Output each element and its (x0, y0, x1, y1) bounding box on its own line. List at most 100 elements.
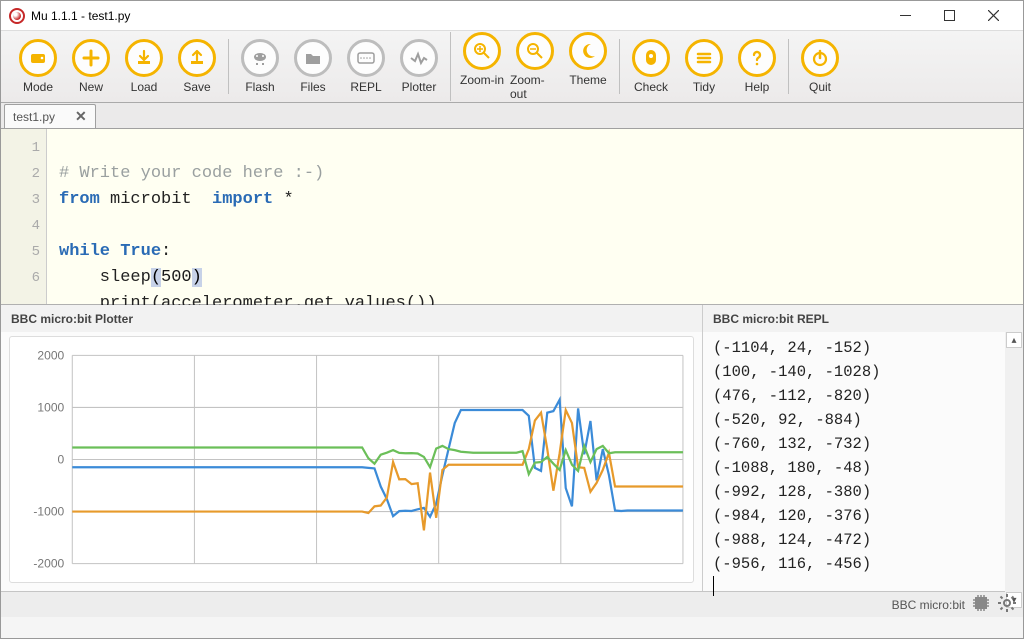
code-const: True (110, 242, 161, 261)
repl-icon (347, 39, 385, 77)
maximize-button[interactable] (927, 2, 971, 30)
svg-text:-2000: -2000 (33, 557, 64, 571)
repl-panel: BBC micro:bit REPL (-1104, 24, -152)(100… (703, 305, 1023, 591)
check-icon (632, 39, 670, 77)
line-number: 4 (1, 213, 40, 239)
scroll-up-icon[interactable]: ▴ (1006, 332, 1022, 348)
toolbar-label: Flash (245, 80, 274, 94)
mode-icon (19, 39, 57, 77)
repl-line: (100, -140, -1028) (713, 360, 995, 384)
code-line: # Write your code here :-) (59, 164, 324, 183)
load-button[interactable]: Load (119, 39, 169, 94)
theme-icon (569, 32, 607, 70)
code-num: 500 (161, 268, 192, 287)
toolbar-label: Load (131, 80, 158, 94)
code-paren: ) (192, 268, 202, 287)
line-number: 6 (1, 265, 40, 291)
toolbar-label: Mode (23, 80, 53, 94)
tab-test1[interactable]: test1.py ✕ (4, 104, 96, 128)
close-button[interactable] (971, 2, 1015, 30)
plotter-panel: BBC micro:bit Plotter -2000 -1000 0 1000 200… (1, 305, 703, 591)
line-number: 2 (1, 161, 40, 187)
toolbar-label: Theme (569, 73, 606, 87)
line-number: 5 (1, 239, 40, 265)
new-icon (72, 39, 110, 77)
check-button[interactable]: Check (626, 39, 676, 94)
zoom-in-button[interactable]: Zoom-in (457, 32, 507, 101)
window-title: Mu 1.1.1 - test1.py (31, 9, 883, 23)
code-editor[interactable]: 123456 # Write your code here :-) from m… (1, 129, 1023, 305)
status-mode: BBC micro:bit (892, 598, 965, 612)
zoom-out-icon (516, 32, 554, 70)
theme-button[interactable]: Theme (563, 32, 613, 101)
plot-area[interactable]: -2000 -1000 0 1000 2000 (9, 336, 694, 583)
repl-line: (-520, 92, -884) (713, 408, 995, 432)
code-kw: import (212, 190, 273, 209)
quit-icon (801, 39, 839, 77)
chip-icon[interactable] (971, 593, 991, 616)
repl-line: (-988, 124, -472) (713, 528, 995, 552)
code-text: sleep (59, 268, 151, 287)
code-text: : (161, 242, 171, 261)
toolbar-label: Check (634, 80, 668, 94)
svg-text:0: 0 (58, 452, 65, 466)
repl-line: (-956, 116, -456) (713, 552, 995, 576)
toolbar-label: Files (300, 80, 325, 94)
gear-icon[interactable] (997, 593, 1017, 616)
svg-text:1000: 1000 (37, 400, 64, 414)
repl-line: (-1104, 24, -152) (713, 336, 995, 360)
line-number: 3 (1, 187, 40, 213)
scrollbar-vertical[interactable]: ▴ ▾ (1005, 332, 1023, 608)
close-icon[interactable]: ✕ (75, 108, 87, 125)
toolbar-label: Help (745, 80, 770, 94)
mode-button[interactable]: Mode (13, 39, 63, 94)
plot-svg: -2000 -1000 0 1000 2000 (10, 337, 693, 582)
save-button[interactable]: Save (172, 39, 222, 94)
repl-line: (-984, 120, -376) (713, 504, 995, 528)
app-icon (9, 8, 25, 24)
toolbar-label: REPL (350, 80, 381, 94)
code-kw: while (59, 242, 110, 261)
repl-line: (476, -112, -820) (713, 384, 995, 408)
repl-button[interactable]: REPL (341, 39, 391, 94)
code-kw: from (59, 190, 100, 209)
toolbar: Mode New Load Save Flash Files REPL Plotter Zoom… (1, 31, 1023, 103)
code-paren: ( (151, 268, 161, 287)
new-button[interactable]: New (66, 39, 116, 94)
files-icon (294, 39, 332, 77)
repl-line: (-992, 128, -380) (713, 480, 995, 504)
cursor (713, 576, 714, 596)
save-icon (178, 39, 216, 77)
code-text: microbit (100, 190, 212, 209)
load-icon (125, 39, 163, 77)
toolbar-label: Zoom-out (510, 73, 560, 101)
quit-button[interactable]: Quit (795, 39, 845, 94)
files-button[interactable]: Files (288, 39, 338, 94)
plotter-icon (400, 39, 438, 77)
line-number: 1 (1, 135, 40, 161)
toolbar-label: Plotter (402, 80, 437, 94)
help-button[interactable]: Help (732, 39, 782, 94)
minimize-button[interactable] (883, 2, 927, 30)
flash-icon (241, 39, 279, 77)
svg-text:2000: 2000 (37, 348, 64, 362)
toolbar-label: Zoom-in (460, 73, 504, 87)
plotter-button[interactable]: Plotter (394, 39, 444, 94)
tidy-icon (685, 39, 723, 77)
repl-line: (-760, 132, -732) (713, 432, 995, 456)
tab-label: test1.py (13, 110, 55, 124)
title-bar: Mu 1.1.1 - test1.py (1, 1, 1023, 31)
toolbar-label: Tidy (693, 80, 715, 94)
zoom-in-icon (463, 32, 501, 70)
plotter-title: BBC micro:bit Plotter (1, 305, 702, 332)
svg-text:-1000: -1000 (33, 505, 64, 519)
bottom-panels: BBC micro:bit Plotter -2000 -1000 0 1000 200… (1, 305, 1023, 591)
repl-line: (-1088, 180, -48) (713, 456, 995, 480)
toolbar-label: Quit (809, 80, 831, 94)
repl-output[interactable]: (-1104, 24, -152)(100, -140, -1028)(476,… (703, 332, 1005, 608)
code-area[interactable]: # Write your code here :-) from microbit… (47, 129, 448, 304)
flash-button[interactable]: Flash (235, 39, 285, 94)
zoom-out-button[interactable]: Zoom-out (510, 32, 560, 101)
tidy-button[interactable]: Tidy (679, 39, 729, 94)
toolbar-label: Save (183, 80, 210, 94)
